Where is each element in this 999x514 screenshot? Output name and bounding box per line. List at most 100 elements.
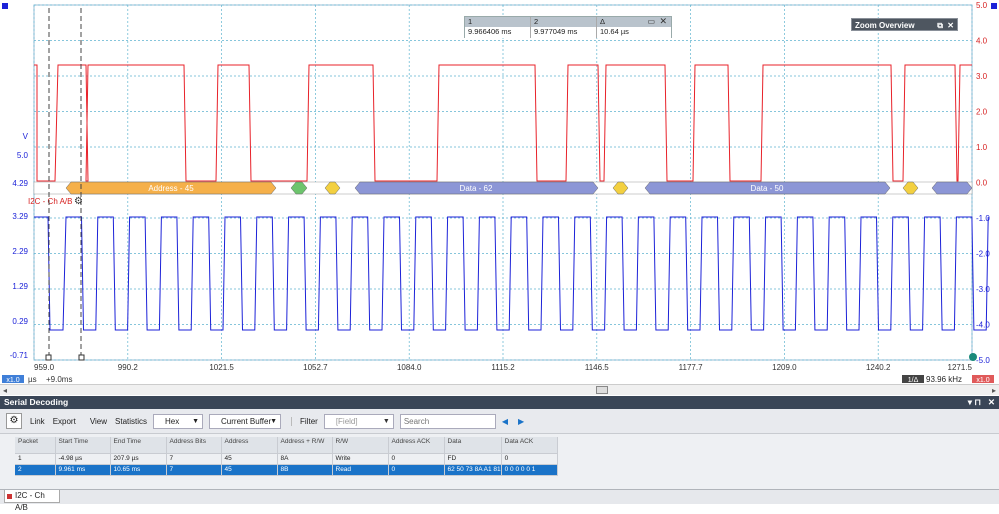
ruler-table[interactable]: 1 2 Δ 9.966406 ms 9.977049 ms 10.64 µs ▭… bbox=[464, 16, 672, 38]
channel-a-marker bbox=[2, 3, 8, 9]
left-axis-tick-label: 2.29 bbox=[12, 247, 28, 256]
field-value: [Field] bbox=[335, 416, 358, 426]
freq-prefix-label: 1/Δ bbox=[908, 377, 919, 384]
left-axis-tick-label: 1.29 bbox=[12, 282, 28, 291]
col-data-ack[interactable]: Data ACK bbox=[501, 437, 558, 454]
cell: 9.961 ms bbox=[55, 464, 111, 476]
scroll-left-arrow-icon[interactable]: ◂ bbox=[3, 386, 7, 395]
data-packet-label: Data - 50 bbox=[751, 184, 784, 193]
filter-button[interactable]: Filter bbox=[291, 416, 318, 426]
ruler-header-2: 2 bbox=[531, 17, 597, 27]
table-row[interactable]: 1 -4.98 µs 207.9 µs 7 45 8A Write 0 FD 0 bbox=[15, 453, 558, 465]
col-end-time[interactable]: End Time bbox=[110, 437, 167, 454]
left-axis-tick-label: 4.29 bbox=[12, 179, 28, 188]
cell: Write bbox=[332, 453, 389, 465]
ruler-value-delta: 10.64 µs bbox=[600, 27, 629, 36]
time-axis-tick-label: 1146.5 bbox=[585, 363, 609, 372]
cell: 10.65 ms bbox=[110, 464, 167, 476]
col-data[interactable]: Data bbox=[444, 437, 502, 454]
time-offset-label: +9.0ms bbox=[46, 375, 72, 384]
serial-toolbar: ⚙ Link Export View Statistics Hex ▼ Curr… bbox=[0, 409, 999, 434]
zoom-overview-close-icon[interactable]: ✕ bbox=[947, 19, 954, 32]
table-row[interactable]: 2 9.961 ms 10.65 ms 7 45 8B Read 0 62 50… bbox=[15, 464, 558, 476]
time-axis-tick-label: 1115.2 bbox=[491, 363, 515, 372]
cell: 0 bbox=[388, 453, 445, 465]
right-axis-tick-label: 3.0 bbox=[976, 72, 988, 81]
tab-strip: I2C - Ch A/B bbox=[0, 489, 999, 512]
ruler-close-icon[interactable]: ✕ bbox=[659, 16, 667, 27]
zoom-overview-restore-icon[interactable]: ⧉ bbox=[937, 19, 943, 32]
statistics-button[interactable]: Statistics bbox=[115, 417, 147, 426]
search-next-icon[interactable]: ▶ bbox=[518, 417, 524, 426]
table-header-row: Packet Start Time End Time Address Bits … bbox=[15, 437, 558, 454]
cell: 0 bbox=[501, 453, 558, 465]
format-select[interactable]: Hex ▼ bbox=[153, 413, 204, 429]
serial-decoding-title: Serial Decoding bbox=[4, 397, 69, 407]
cell: 1 bbox=[15, 453, 56, 465]
col-start-time[interactable]: Start Time bbox=[55, 437, 111, 454]
cell: 62 50 73 8A A1 81 bbox=[444, 464, 502, 476]
time-axis-tick-label: 1084.0 bbox=[397, 363, 422, 372]
decoding-table: Packet Start Time End Time Address Bits … bbox=[15, 437, 558, 476]
right-axis-tick-label: 2.0 bbox=[976, 108, 988, 117]
right-axis-tick-label: -3.0 bbox=[976, 285, 990, 294]
right-axis-tick-label: 0.0 bbox=[976, 179, 988, 188]
right-axis-tick-label: 4.0 bbox=[976, 37, 988, 46]
cell: 7 bbox=[166, 464, 222, 476]
buffer-select[interactable]: Current Buffer ▼ bbox=[209, 413, 282, 429]
settings-gear-icon[interactable]: ⚙ bbox=[6, 413, 22, 429]
search-input[interactable] bbox=[399, 413, 496, 429]
ruler-1-handle bbox=[45, 354, 52, 361]
panel-close-icon[interactable]: ✕ bbox=[988, 396, 995, 409]
tab-color-icon bbox=[7, 494, 12, 499]
cell: 2 bbox=[15, 464, 56, 476]
field-select[interactable]: [Field] ▼ bbox=[323, 413, 394, 429]
time-unit-label: µs bbox=[28, 375, 37, 384]
scale-badge-left: x1.0 bbox=[6, 377, 19, 384]
export-button[interactable]: Export bbox=[53, 417, 76, 426]
settings-gear-icon: ⚙ bbox=[74, 196, 83, 207]
col-rw[interactable]: R/W bbox=[332, 437, 389, 454]
scale-badge-right: x1.0 bbox=[976, 377, 989, 384]
scrollbar-thumb[interactable] bbox=[596, 386, 608, 394]
cell: -4.98 µs bbox=[55, 453, 111, 465]
cell: 0 bbox=[388, 464, 445, 476]
time-axis-tick-label: 959.0 bbox=[34, 363, 55, 372]
col-address-rw[interactable]: Address + R/W bbox=[277, 437, 333, 454]
tab-i2c[interactable]: I2C - Ch A/B bbox=[4, 490, 60, 512]
cell: 0 0 0 0 0 1 bbox=[501, 464, 558, 476]
cell: 207.9 µs bbox=[110, 453, 167, 465]
right-axis-tick-label: 5.0 bbox=[976, 1, 988, 10]
col-address-bits[interactable]: Address Bits bbox=[166, 437, 222, 454]
chevron-down-icon: ▼ bbox=[270, 417, 278, 425]
time-axis-tick-label: 1177.7 bbox=[679, 363, 703, 372]
link-button[interactable]: Link bbox=[30, 417, 45, 426]
ruler-pin-icon[interactable]: ▭ bbox=[647, 17, 655, 26]
view-button[interactable]: View bbox=[90, 417, 107, 426]
data-packet-bar bbox=[931, 181, 973, 195]
time-axis-tick-label: 1271.5 bbox=[948, 363, 973, 372]
horizontal-scrollbar[interactable]: ◂ ▸ bbox=[0, 384, 999, 395]
scroll-right-arrow-icon[interactable]: ▸ bbox=[992, 386, 996, 395]
right-axis-tick-label: -2.0 bbox=[976, 250, 990, 259]
search-prev-icon[interactable]: ◀ bbox=[502, 417, 508, 426]
buffer-value: Current Buffer bbox=[221, 416, 272, 426]
col-address-ack[interactable]: Address ACK bbox=[388, 437, 445, 454]
cell: 8B bbox=[277, 464, 333, 476]
time-axis-tick-label: 1240.2 bbox=[866, 363, 891, 372]
zoom-overview-panel[interactable]: Zoom Overview ⧉ ✕ bbox=[851, 18, 958, 31]
left-axis-tick-label: V bbox=[23, 132, 29, 141]
oscilloscope-plot[interactable]: 5.04.03.02.01.00.0-1.0-2.0-3.0-4.0-5.0V5… bbox=[0, 0, 999, 384]
col-address[interactable]: Address bbox=[221, 437, 278, 454]
left-axis-tick-label: -0.71 bbox=[10, 351, 29, 360]
time-axis-tick-label: 1021.5 bbox=[209, 363, 234, 372]
freq-readout: 93.96 kHz bbox=[926, 375, 962, 384]
chevron-down-icon: ▼ bbox=[382, 417, 390, 425]
format-value: Hex bbox=[165, 416, 180, 426]
scope-view[interactable]: 5.0 4.0 3.0 2.0 1.0 0.0 -1.0 -2.0 -3.0 -4.0 -5.0 V 5… bbox=[0, 0, 999, 384]
i2c-channel-label: I2C - Ch A/B bbox=[28, 197, 72, 206]
cell: Read bbox=[332, 464, 389, 476]
time-axis-tick-label: 1052.7 bbox=[303, 363, 328, 372]
panel-pin-icon[interactable]: ▾ ⊓ bbox=[968, 396, 981, 409]
col-packet[interactable]: Packet bbox=[15, 437, 56, 454]
